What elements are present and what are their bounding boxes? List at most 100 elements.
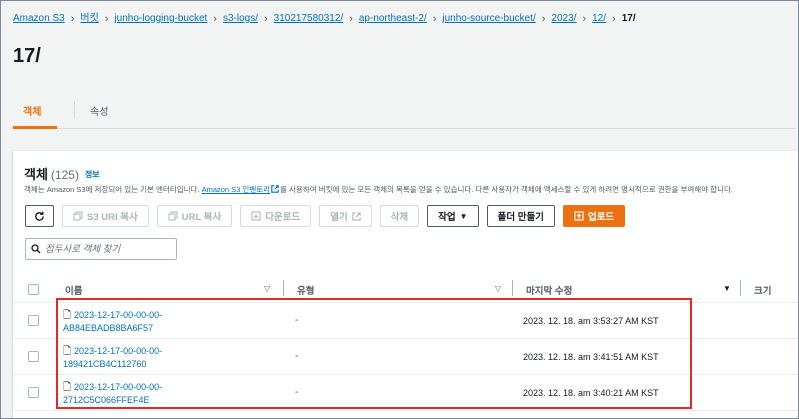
- upload-icon: [574, 211, 584, 221]
- desc-text-rest: 를 사용하여 버킷에 있는 모든 객체의 목록을 얻을 수 있습니다. 다른 사…: [280, 185, 733, 194]
- download-icon: [251, 211, 261, 221]
- chevron-right-icon: ›: [263, 13, 268, 25]
- breadcrumb-buckets[interactable]: 버킷: [80, 12, 98, 26]
- objects-count: (125): [50, 168, 79, 182]
- object-name-link[interactable]: 🗋 2023-12-17-00-00-00- 189421CB4C112760: [63, 345, 203, 371]
- object-type: -: [295, 387, 299, 398]
- actions-label: 작업: [438, 212, 456, 223]
- object-name-part2: AB84EBADB8BA6F57: [63, 323, 154, 333]
- objects-toolbar: S3 URI 복사 URL 복사 다운로드 열기 삭제 작업 ▼ 폴더 만들기 …: [25, 205, 626, 227]
- chevron-right-icon: ›: [213, 13, 217, 25]
- table-row: 🗋 2023-12-17-00-00-00- 189421CB4C112760 -…: [13, 339, 798, 375]
- inventory-link[interactable]: Amazon S3 인벤토리: [202, 185, 270, 194]
- column-header-size[interactable]: 크기: [754, 283, 771, 297]
- tab-bar: 객체 속성: [13, 97, 795, 129]
- copy-url-label: URL 복사: [181, 212, 222, 223]
- object-name-link[interactable]: 🗋 2023-12-17-00-00-00- 2712C5C066FFEF4E: [63, 381, 203, 407]
- search-icon: [31, 244, 41, 254]
- column-divider[interactable]: [512, 280, 513, 296]
- table-row: 🗋 2023-12-17-00-00-00- 2712C5C066FFEF4E -…: [13, 375, 798, 411]
- objects-header: 객체 (125) 정보: [24, 164, 100, 183]
- caret-down-icon: ▼: [459, 211, 468, 221]
- table-header: 이름 ▽ 유형 ▽ 마지막 수정 ▼ 크기: [13, 275, 798, 303]
- upload-label: 업로드: [587, 212, 615, 223]
- chevron-right-icon: ›: [70, 13, 75, 25]
- object-name-part1: 2023-12-17-00-00-00-: [74, 346, 163, 356]
- object-name-link[interactable]: 🗋 2023-12-17-00-00-00- AB84EBADB8BA6F57: [63, 309, 203, 335]
- refresh-button[interactable]: [25, 205, 54, 227]
- tab-properties[interactable]: 속성: [90, 103, 108, 118]
- open-button[interactable]: 열기: [319, 205, 372, 227]
- object-name-part2: 2712C5C066FFEF4E: [63, 395, 150, 405]
- external-link-icon: [352, 211, 361, 221]
- breadcrumb-current: 17/: [621, 13, 636, 24]
- breadcrumb: Amazon S3 › 버킷 › junho-logging-bucket › …: [13, 12, 792, 26]
- row-checkbox[interactable]: [28, 387, 39, 398]
- column-header-type[interactable]: 유형: [297, 283, 314, 297]
- active-tab-indicator: [13, 126, 57, 129]
- object-name-part2: 189421CB4C112760: [63, 359, 147, 369]
- refresh-icon: [35, 211, 44, 221]
- object-type: -: [295, 315, 299, 326]
- page-title: 17/: [13, 45, 41, 67]
- tab-divider: [74, 101, 75, 119]
- copy-url-button[interactable]: URL 복사: [156, 205, 233, 227]
- select-all-checkbox[interactable]: [28, 284, 39, 295]
- chevron-right-icon: ›: [432, 13, 437, 25]
- copy-icon: [168, 211, 178, 221]
- create-folder-label: 폴더 만들기: [497, 212, 544, 223]
- copy-s3-uri-label: S3 URI 복사: [87, 212, 138, 223]
- file-icon: 🗋: [63, 310, 72, 321]
- breadcrumb-account[interactable]: 310217580312/: [274, 12, 344, 26]
- breadcrumb-year[interactable]: 2023/: [551, 12, 576, 26]
- delete-label: 삭제: [390, 212, 409, 223]
- object-name-part1: 2023-12-17-00-00-00-: [74, 382, 163, 392]
- object-last-modified: 2023. 12. 18. am 3:41:51 AM KST: [523, 352, 659, 362]
- delete-button[interactable]: 삭제: [379, 205, 420, 227]
- open-label: 열기: [330, 212, 348, 223]
- column-divider[interactable]: [283, 280, 284, 296]
- object-type: -: [295, 351, 299, 362]
- breadcrumb-source-bucket[interactable]: junho-source-bucket/: [442, 12, 535, 26]
- row-checkbox[interactable]: [28, 351, 39, 362]
- search-input[interactable]: [45, 243, 170, 255]
- breadcrumb-bucket[interactable]: junho-logging-bucket: [114, 12, 207, 26]
- tab-objects[interactable]: 객체: [23, 103, 41, 118]
- chevron-right-icon: ›: [104, 13, 109, 25]
- copy-s3-uri-button[interactable]: S3 URI 복사: [62, 205, 149, 227]
- sort-icon[interactable]: ▽: [495, 284, 501, 293]
- breadcrumb-month[interactable]: 12/: [592, 12, 606, 26]
- breadcrumb-region[interactable]: ap-northeast-2/: [359, 12, 427, 26]
- object-name-part1: 2023-12-17-00-00-00-: [74, 310, 163, 320]
- breadcrumb-amazon-s3[interactable]: Amazon S3: [13, 12, 65, 26]
- chevron-right-icon: ›: [541, 13, 546, 25]
- table-row: 🗋 2023-12-17-00-00-00- AB84EBADB8BA6F57 -…: [13, 303, 798, 339]
- download-button[interactable]: 다운로드: [240, 205, 312, 227]
- create-folder-button[interactable]: 폴더 만들기: [486, 205, 555, 227]
- object-last-modified: 2023. 12. 18. am 3:53:27 AM KST: [523, 316, 659, 326]
- chevron-right-icon: ›: [612, 13, 616, 25]
- column-header-last-modified[interactable]: 마지막 수정: [526, 283, 572, 297]
- objects-panel: 객체 (125) 정보 객체는 Amazon S3에 저장되어 있는 기본 엔터티입…: [13, 151, 798, 418]
- upload-button[interactable]: 업로드: [562, 205, 626, 227]
- sort-desc-icon[interactable]: ▼: [723, 284, 731, 293]
- file-icon: 🗋: [63, 346, 72, 357]
- chevron-right-icon: ›: [349, 13, 353, 25]
- objects-description: 객체는 Amazon S3에 저장되어 있는 기본 엔터티입니다. Amazon…: [24, 184, 798, 195]
- actions-dropdown[interactable]: 작업 ▼: [427, 205, 479, 227]
- s3-console-window: Amazon S3 › 버킷 › junho-logging-bucket › …: [0, 0, 799, 419]
- row-checkbox[interactable]: [28, 315, 39, 326]
- object-last-modified: 2023. 12. 18. am 3:40:21 AM KST: [523, 388, 659, 398]
- column-divider[interactable]: [740, 280, 741, 296]
- sort-icon[interactable]: ▽: [264, 284, 270, 293]
- file-icon: 🗋: [63, 382, 72, 393]
- breadcrumb-s3-logs[interactable]: s3-logs/: [223, 12, 258, 26]
- chevron-right-icon: ›: [582, 13, 587, 25]
- column-header-name[interactable]: 이름: [65, 283, 82, 297]
- external-link-icon: [271, 185, 279, 193]
- download-label: 다운로드: [265, 212, 301, 223]
- search-box: [25, 238, 177, 260]
- copy-icon: [73, 211, 83, 221]
- info-link[interactable]: 정보: [85, 170, 100, 179]
- desc-text: 객체는 Amazon S3에 저장되어 있는 기본 엔터티입니다.: [24, 185, 202, 194]
